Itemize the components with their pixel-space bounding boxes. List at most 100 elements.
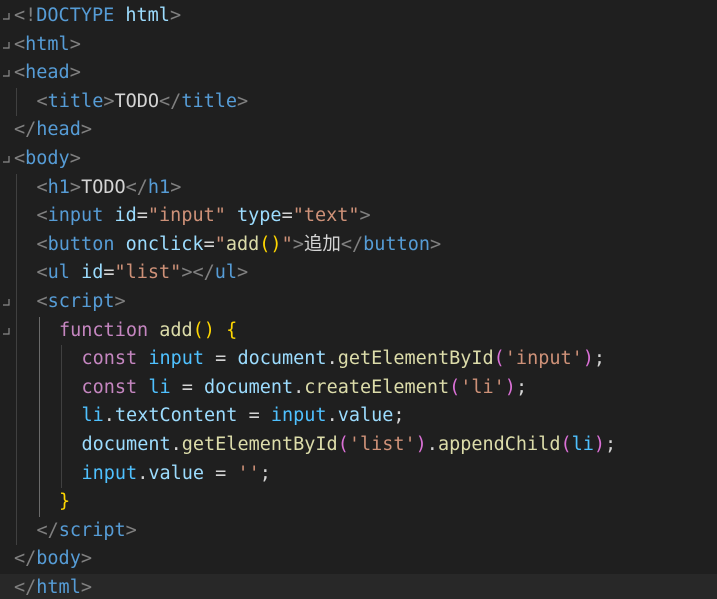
code-token: li: [81, 405, 104, 427]
code-token: 'li': [460, 376, 505, 398]
code-line[interactable]: li.textContent = input.value;: [0, 402, 717, 431]
code-line[interactable]: </html>: [0, 574, 717, 599]
code-token: =: [103, 262, 115, 284]
code-editor[interactable]: <!DOCTYPE html> <html> <head> <title>TODO</…: [0, 0, 717, 599]
code-line[interactable]: document.getElementById('list').appendCh…: [0, 431, 717, 460]
code-token: h1: [47, 176, 70, 198]
code-token: type: [237, 205, 282, 227]
code-token: </: [36, 519, 59, 541]
code-line[interactable]: }: [0, 488, 717, 517]
code-token: li: [148, 376, 171, 398]
code-token: <: [36, 233, 48, 255]
code-token: 追加: [303, 233, 341, 255]
fold-chevron-icon[interactable]: [0, 2, 12, 31]
code-token: '': [237, 462, 260, 484]
code-token: (): [259, 233, 282, 255]
code-line[interactable]: <button onclick="add()">追加</button>: [0, 231, 717, 260]
code-token: html: [125, 5, 170, 26]
code-token: .: [293, 376, 305, 398]
code-token: const: [81, 376, 138, 398]
code-line[interactable]: </body>: [0, 545, 717, 574]
code-line[interactable]: <body>: [0, 145, 717, 174]
code-line[interactable]: <title>TODO</title>: [0, 88, 717, 117]
code-line[interactable]: <ul id="list"></ul>: [0, 259, 717, 288]
code-token: .: [137, 462, 149, 484]
code-line[interactable]: <!DOCTYPE html>: [0, 2, 717, 31]
code-line[interactable]: <h1>TODO</h1>: [0, 174, 717, 203]
fold-chevron-icon[interactable]: [0, 145, 12, 174]
code-token: ;: [259, 462, 271, 484]
code-token: >: [114, 291, 126, 312]
code-line[interactable]: </script>: [0, 517, 717, 546]
code-text: li.textContent = input.value;: [82, 402, 405, 431]
code-token: >: [69, 33, 81, 55]
code-token: ;: [393, 405, 405, 427]
code-text: <ul id="list"></ul>: [37, 259, 249, 288]
code-token: .: [326, 405, 338, 427]
code-token: 'input': [504, 348, 583, 370]
code-token: ): [582, 348, 594, 370]
code-token: (: [493, 348, 505, 370]
fold-chevron-icon[interactable]: [0, 288, 12, 317]
code-line[interactable]: </head>: [0, 116, 717, 145]
code-text: <title>TODO</title>: [37, 88, 249, 117]
code-text: <input id="input" type="text">: [37, 202, 371, 231]
code-token: body: [25, 148, 70, 169]
code-token: >: [80, 577, 92, 598]
code-line[interactable]: <html>: [0, 31, 717, 60]
code-text: <script>: [37, 288, 126, 317]
code-line[interactable]: input.value = '';: [0, 460, 717, 489]
code-token: }: [59, 491, 71, 513]
code-token: getElementById: [181, 434, 338, 455]
code-token: textContent: [114, 405, 238, 427]
code-text: input.value = '';: [82, 460, 271, 489]
code-token: <: [14, 148, 26, 169]
code-token: >: [69, 148, 81, 169]
code-text: </script>: [37, 517, 137, 546]
code-line[interactable]: <input id="input" type="text">: [0, 202, 717, 231]
code-line[interactable]: <script>: [0, 288, 717, 317]
fold-chevron-icon[interactable]: [0, 31, 12, 60]
code-token: ": [214, 233, 226, 255]
code-token: <: [36, 90, 48, 112]
code-line[interactable]: function add() {: [0, 317, 717, 346]
code-text: const input = document.getElementById('i…: [82, 345, 606, 374]
code-token: </: [14, 548, 37, 570]
code-line[interactable]: const li = document.createElement('li');: [0, 374, 717, 403]
code-token: function: [59, 319, 149, 341]
code-token: =: [204, 348, 238, 370]
code-token: head: [36, 119, 81, 141]
fold-chevron-icon[interactable]: [0, 59, 12, 88]
code-token: ): [504, 376, 516, 398]
code-token: body: [36, 548, 81, 570]
code-token: </: [340, 233, 364, 255]
code-token: script: [47, 291, 115, 312]
code-text: <html>: [14, 31, 81, 60]
code-text: }: [59, 488, 70, 517]
code-token: >: [292, 233, 304, 255]
code-token: document: [204, 376, 294, 398]
code-token: DOCTYPE: [36, 5, 115, 26]
code-token: ;: [515, 376, 528, 398]
code-text: </head>: [14, 116, 92, 145]
code-line[interactable]: const input = document.getElementById('i…: [0, 345, 717, 374]
code-line[interactable]: <head>: [0, 59, 717, 88]
code-text: <button onclick="add()">追加</button>: [37, 231, 442, 260]
code-token: onclick: [125, 233, 204, 255]
fold-chevron-icon[interactable]: [0, 317, 12, 346]
code-token: "text": [292, 205, 360, 227]
code-token: <: [14, 33, 26, 55]
code-token: >: [69, 62, 81, 84]
code-token: ></: [181, 262, 215, 284]
code-token: </: [14, 119, 37, 141]
code-token: <: [14, 62, 26, 84]
code-text: document.getElementById('list').appendCh…: [82, 431, 617, 460]
code-token: .: [326, 348, 338, 370]
code-token: button: [363, 233, 430, 255]
code-token: TODO: [81, 176, 126, 198]
